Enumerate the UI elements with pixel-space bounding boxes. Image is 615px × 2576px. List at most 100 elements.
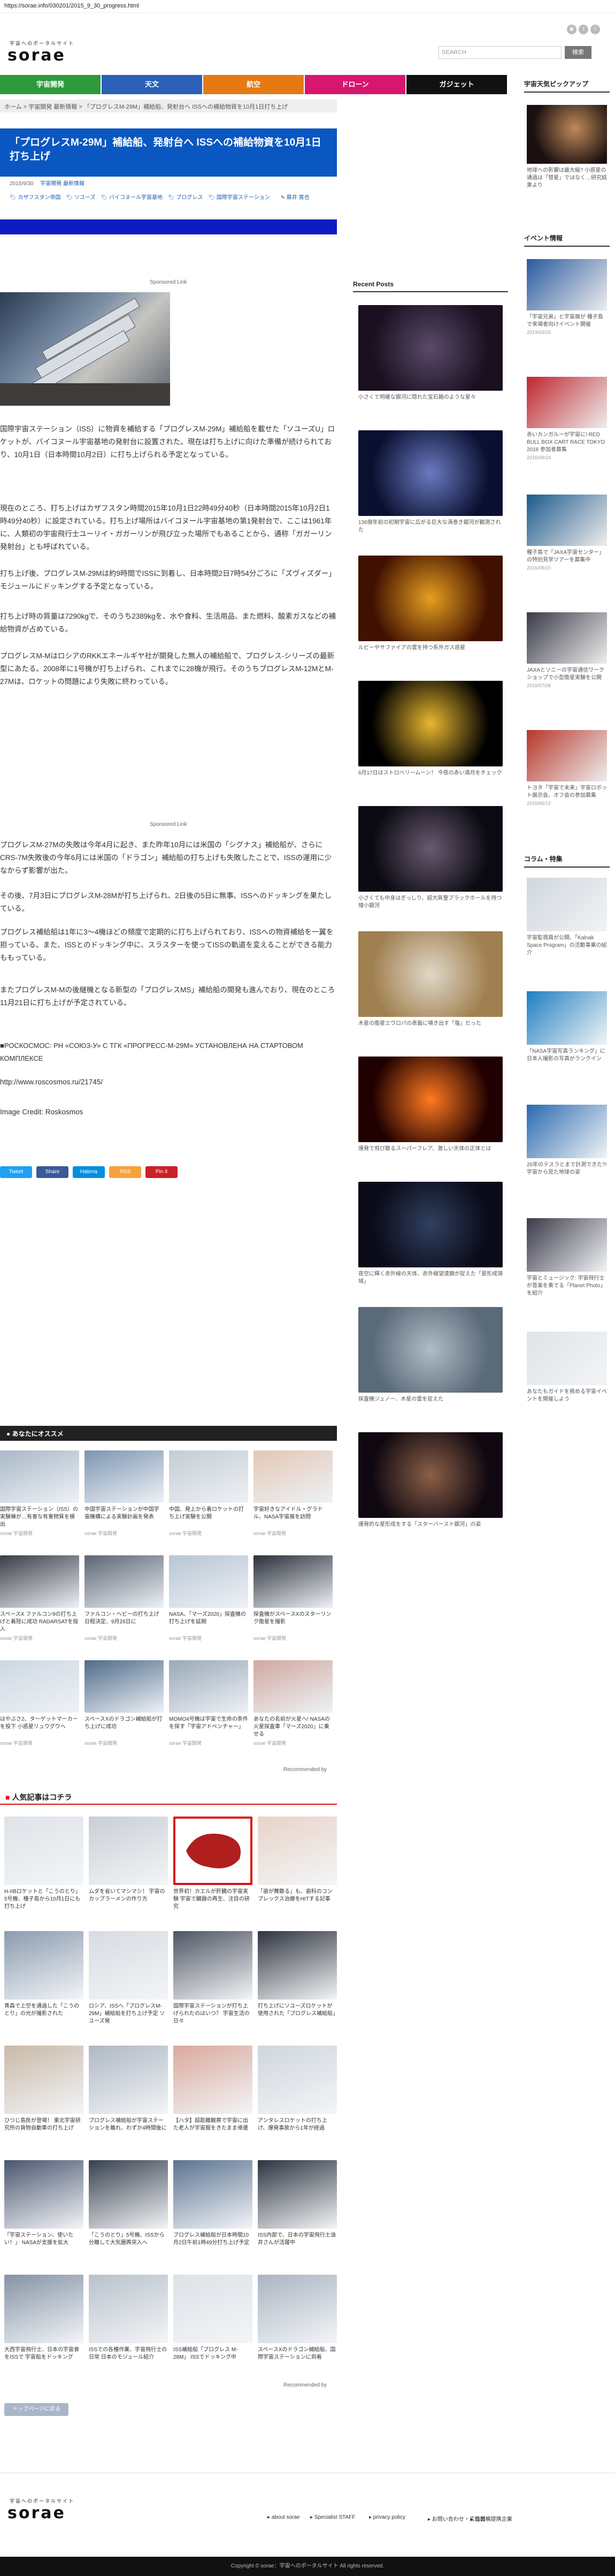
nav-item-4[interactable]: ガジェット <box>406 75 507 94</box>
site-logo[interactable]: sorae <box>7 46 66 65</box>
recommend-card[interactable]: 中国、発上から着ロケットの打ち上げ実験を公開 sorae 宇宙開発 <box>169 1450 248 1537</box>
column-item[interactable]: 宇宙監視員が公開、「Kalnak Space Program」の活動事業の紹介 <box>527 878 607 957</box>
author-link[interactable]: ✎ 藤井 寛也 <box>281 195 310 201</box>
popular-card[interactable]: ISS内部で、日本の宇宙飛行士油井さんが活躍中 <box>258 2160 337 2262</box>
event-item[interactable]: JAXAとソニーの宇宙通信ワークショップで小型衛星実験を公開 2016/07/08 <box>527 612 607 688</box>
recommend-card[interactable]: あなたの名前が火星へ! NASAの火星探査車「マーズ2020」に乗せる sorae… <box>253 1660 333 1746</box>
breadcrumb-home[interactable]: ホーム <box>4 104 22 110</box>
recent-post[interactable]: 夜空に輝く赤外線の天体、赤外線望遠鏡が捉えた「星形成領域」 <box>358 1182 503 1286</box>
recent-post[interactable]: 爆発的な星形成をする「スターバースト銀河」の姿 <box>358 1432 503 1529</box>
recommend-card[interactable]: MOMO4号機は宇宙で生命の条件を探す「宇宙アドベンチャー」 sorae 宇宙開発 <box>169 1660 248 1746</box>
popular-caption: ISS補給船「プログレス M-28M」 ISSでドッキング中 <box>173 2347 238 2360</box>
url-bar[interactable]: https://sorae.info/030201/2015_9_30_prog… <box>0 0 615 13</box>
search-input[interactable]: SEARCH <box>439 46 562 59</box>
recent-post-caption: ルビーやサファイアの雲を持つ系外ガス惑星 <box>358 645 465 651</box>
recommend-card[interactable]: スペースXのドラゴン補給船が打ち上げに成功 sorae 宇宙開発 <box>84 1660 164 1746</box>
popular-card[interactable]: 国際宇宙ステーションが打ち上げられたのはいつ？ 宇宙生活の日々 <box>173 1931 252 2033</box>
recent-post-image <box>358 806 503 892</box>
share-button[interactable]: Pin it <box>145 1166 178 1178</box>
recent-post[interactable]: 小さくて明確な銀河に隠れた宝石箱のような星々 <box>358 305 503 401</box>
recent-post[interactable]: ルビーやサファイアの雲を持つ系外ガス惑星 <box>358 556 503 652</box>
recommend-card[interactable]: 探査機がスペースXのスターリンク衛星を撮影 sorae 宇宙開発 <box>253 1555 333 1642</box>
event-item[interactable]: トヨタ「宇宙で未来」宇宙ロボット展示会、オフ会の参加募集 2016/06/12 <box>527 730 607 806</box>
event-item[interactable]: 赤いカンガルーが宇宙に! RED BULL BOX CART RACE TOKY… <box>527 377 607 460</box>
event-image <box>527 495 607 546</box>
recommend-caption: あなたの名前が火星へ! NASAの火星探査車「マーズ2020」に乗せる <box>253 1716 330 1737</box>
tag-link[interactable]: 🏷 ソユーズ <box>66 195 95 201</box>
popular-card[interactable]: プログレス補給船が日本時間10月2日午前1時49分打ち上げ予定 <box>173 2160 252 2262</box>
recent-post[interactable]: 木星の衛星エウロパの表面に噴き出す「塩」だった <box>358 931 503 1028</box>
source-line: ■РОСКОСМОС: РН «СОЮЗ-У» С ТГК «ПРОГРЕСС-… <box>0 1042 303 1062</box>
popular-card[interactable]: ひつじ島民が登場！ 東北宇宙研究所の貨物自動車の打ち上げ <box>4 2046 83 2147</box>
tag-link[interactable]: 🏷 バイコヌール宇宙基地 <box>101 195 162 201</box>
share-button[interactable]: Hatena <box>73 1166 105 1178</box>
recent-post[interactable]: 爆発で飛び散るスーパーフレア、激しい天体の正体とは <box>358 1057 503 1153</box>
popular-card[interactable]: 青森で上空を通過した「こうのとり」の光が撮影された <box>4 1931 83 2033</box>
recommend-card[interactable]: はやぶさ2、ターゲットマーカーを投下 小惑星リュウグウへ sorae 宇宙開発 <box>0 1660 79 1746</box>
recommend-card[interactable]: 宇宙好きなアイドル・グラドル、NASA宇宙展を訪問 sorae 宇宙開発 <box>253 1450 333 1537</box>
recent-post[interactable]: 探査機ジュノー、木星の雲を捉えた <box>358 1307 503 1403</box>
popular-card[interactable]: 「宇宙ステーション、使いたい！」 NASAが支援を拡大 <box>4 2160 83 2262</box>
popular-card[interactable]: プログレス補給船が宇宙ステーションを離れ、わずか4時間後に <box>89 2046 168 2147</box>
event-item[interactable]: 「宇宙兄弟」と宇宙展が 種子島で来場者向けイベント開催 2019/03/29 <box>527 259 607 335</box>
column-item[interactable]: 宇宙とミュージック: 宇宙飛行士が音楽を奏でる「Planet Photo」を紹介 <box>527 1218 607 1297</box>
recommend-card[interactable]: ファルコン・ヘビーの打ち上げ日程決定、9月26日に sorae 宇宙開発 <box>84 1555 164 1642</box>
tag-link[interactable]: 🏷 カザフスタン帝国 <box>10 195 60 201</box>
recommend-card[interactable]: スペースX ファルコン9の打ち上げと着陸に成功 RADARSATを投入 sorae… <box>0 1555 79 1642</box>
breadcrumb-category[interactable]: 宇宙開発 最新情報 <box>28 104 77 110</box>
category-link[interactable]: 最新情報 <box>63 181 84 187</box>
nav-item-2[interactable]: 航空 <box>203 75 304 94</box>
footer-link[interactable]: ▸ about sorae <box>267 2514 300 2520</box>
share-button[interactable]: Share <box>36 1166 68 1178</box>
source-link[interactable]: http://www.roscosmos.ru/21745/ <box>0 1076 103 1089</box>
article-paragraph: プログレスM-27Mの失敗は今年4月に起き、また昨年10月には米国の「シグナス」… <box>0 841 332 875</box>
recommend-card[interactable]: 中国宇宙ステーションが中国宇宙機構による実験計画を発表 sorae 宇宙開発 <box>84 1450 164 1537</box>
recommend-caption: スペースXのドラゴン補給船が打ち上げに成功 <box>84 1716 163 1730</box>
nav-item-0[interactable]: 宇宙開発 <box>0 75 101 94</box>
back-to-top-button[interactable]: トップページに戻る <box>4 2403 68 2416</box>
footer-link[interactable]: ▸ Specialist STAFF <box>310 2514 355 2520</box>
popular-card[interactable]: 【ハタ】超距離観察で宇宙に出た老人が宇宙服をきたまま帰還 <box>173 2046 252 2147</box>
tag-link[interactable]: 🏷 プログレス <box>168 195 203 201</box>
image-credit: Image Credit: Roskosmos <box>0 1108 83 1116</box>
search-button[interactable]: 検索 <box>565 46 591 59</box>
right-pickup-item[interactable]: 地球への影響は最大級? 小惑星の通過は「彗星」ではなく…研究結果より <box>527 105 607 189</box>
column-item[interactable]: 「NASA宇宙写真ランキング」に日本人撮影の写真がランクイン <box>527 991 607 1063</box>
popular-card[interactable]: スペースXのドラゴン補給船、国際宇宙ステーションに到着 <box>258 2275 337 2376</box>
popular-card[interactable]: ロシア、ISSへ「プログレスM-29M」補給船を打ち上げ予定 ソユーズ発 <box>89 1931 168 2033</box>
footer-logo[interactable]: sorae <box>7 2504 66 2522</box>
recent-post[interactable]: 小さくても中身はぎっしり、超大質量ブラックホールを持つ矮小銀河 <box>358 806 503 910</box>
footer-link[interactable]: ▸ 協賛・提携企業 <box>471 2514 512 2522</box>
category-link[interactable]: 宇宙開発 <box>40 181 62 187</box>
column-item[interactable]: 26年のテスラとまで計測できた?! 宇宙から見た地球の姿 <box>527 1105 607 1176</box>
popular-card[interactable]: ISS補給船「プログレス M-28M」 ISSでドッキング中 <box>173 2275 252 2376</box>
popular-card[interactable]: 「こうのとり」5号機、ISSから分離して大気圏再突入へ <box>89 2160 168 2262</box>
popular-card[interactable]: 打ち上げにソユーズロケットが使用された「プログレス補給船」 <box>258 1931 337 2033</box>
popular-card[interactable]: ISSでの各種作業、宇宙飛行士の日常 日本のモジュール紹介 <box>89 2275 168 2376</box>
nav-item-3[interactable]: ドローン <box>305 75 405 94</box>
popular-card[interactable]: H-IIBロケットと「こうのとり」5号機、種子島から10月1日にも打ち上げ <box>4 1817 83 1918</box>
popular-card[interactable]: 「歯が舞散る」も、歯科のコンプレックス治療をHITする記事 <box>258 1817 337 1918</box>
column-caption: 宇宙とミュージック: 宇宙飛行士が音楽を奏でる「Planet Photo」を紹介 <box>527 1275 606 1296</box>
twitter-icon[interactable]: t <box>579 25 588 34</box>
recent-post[interactable]: 136億年前の初期宇宙に広がる巨大な渦巻き銀河が観測された <box>358 430 503 534</box>
recent-post[interactable]: 6月17日はストロベリームーン！ 今夜の赤い満月をチェック <box>358 681 503 777</box>
ad-banner[interactable] <box>0 219 337 234</box>
popular-card[interactable]: 大西宇宙飛行士、日本の宇宙食をISSで 宇宙船をドッキング <box>4 2275 83 2376</box>
recommend-card[interactable]: NASA、「マーズ2020」探査機の打ち上げを延期 sorae 宇宙開発 <box>169 1555 248 1642</box>
tag-link[interactable]: 🏷 国際宇宙ステーション <box>208 195 270 201</box>
recommend-card[interactable]: 国際宇宙ステーション（ISS）の実験棟が…有害な有害物質を検出 sorae 宇宙開… <box>0 1450 79 1537</box>
footer-link[interactable]: ▸ privacy policy <box>369 2514 405 2520</box>
site-footer <box>0 2473 615 2558</box>
share-button[interactable]: RSS <box>109 1166 141 1178</box>
share-button[interactable]: Tweet <box>0 1166 32 1178</box>
popular-card[interactable]: 世界初！カエルが肝臓の宇宙実験 宇宙で臓器の再生、注目の研究 <box>173 1817 252 1918</box>
nav-item-1[interactable]: 天文 <box>102 75 202 94</box>
recommend-thumbnail <box>0 1660 79 1713</box>
event-item[interactable]: 種子島で「JAXA宇宙センター」の特別見学ツアーを募集中 2016/08/15 <box>527 495 607 571</box>
popular-card[interactable]: アンタレスロケットの打ち上げ、爆発事故から1年が経過 <box>258 2046 337 2147</box>
column-item[interactable]: あなたもガイドを務める宇宙イベントを開催しよう <box>527 1332 607 1403</box>
facebook-icon[interactable]: f <box>590 25 600 34</box>
popular-card[interactable]: ムダを省いてマシマシ！ 宇宙のカップラーメンの作り方 <box>89 1817 168 1918</box>
rss-icon[interactable]: ◉ <box>567 25 576 34</box>
